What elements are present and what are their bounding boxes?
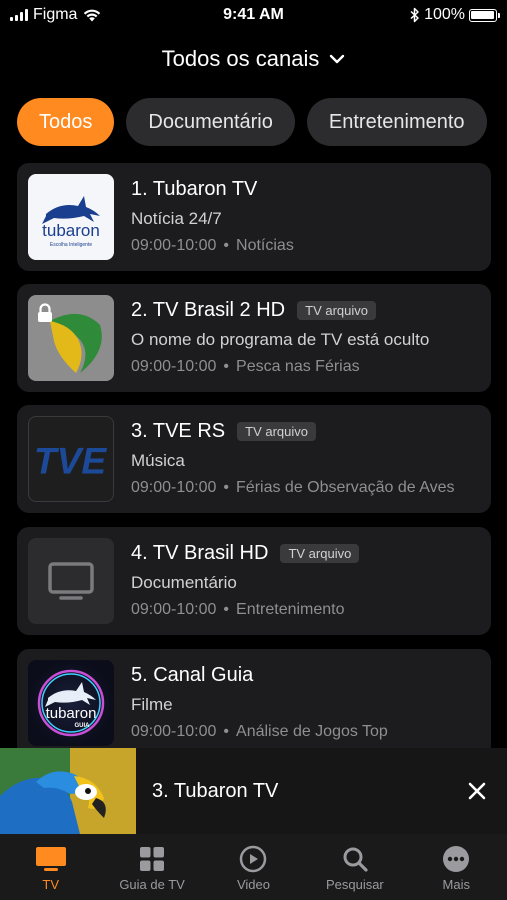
filter-chip-todos[interactable]: Todos xyxy=(17,98,115,146)
grid-icon xyxy=(140,847,165,871)
channel-card[interactable]: 2. TV Brasil 2 HD TV arquivo O nome do p… xyxy=(17,284,491,392)
channel-card[interactable]: 4. TV Brasil HD TV arquivo Documentário … xyxy=(17,527,491,635)
tab-bar: TV Guia de TV Video Pesquisar Mais xyxy=(0,834,507,900)
page-title: Todos os canais xyxy=(161,46,320,71)
wifi-icon xyxy=(84,9,101,22)
archive-badge: TV arquivo xyxy=(280,543,360,563)
program-title: Música xyxy=(131,451,185,470)
program-category: Notícias xyxy=(236,237,294,254)
bluetooth-icon xyxy=(410,7,419,23)
status-left: Figma xyxy=(10,6,170,24)
svg-text:TVE: TVE xyxy=(34,440,107,482)
program-meta: 09:00-10:00 • Pesca nas Férias xyxy=(131,358,360,375)
program-title: Documentário xyxy=(131,573,237,592)
program-title: O nome do programa de TV está oculto xyxy=(131,330,430,349)
program-title: Filme xyxy=(131,695,173,714)
channel-list: tubaron Escolha Inteligente 1. Tubaron T… xyxy=(17,163,491,748)
play-circle-icon xyxy=(240,845,267,873)
svg-text:Escolha Inteligente: Escolha Inteligente xyxy=(50,242,92,248)
mini-player-title: 3. Tubaron TV xyxy=(152,779,279,802)
program-time: 09:00-10:00 xyxy=(131,358,217,375)
lock-icon xyxy=(38,303,52,322)
tab-video[interactable]: Video xyxy=(203,844,303,892)
tab-label: TV xyxy=(42,877,59,892)
filter-chip-documentario[interactable]: Documentário xyxy=(126,98,295,146)
close-icon xyxy=(468,782,486,800)
carrier-name: Figma xyxy=(33,6,78,23)
svg-text:tubaron: tubaron xyxy=(42,221,100,240)
archive-badge: TV arquivo xyxy=(297,300,376,320)
canal-guia-logo: tubaron GUIA xyxy=(28,660,114,746)
program-time: 09:00-10:00 xyxy=(131,237,217,254)
tab-tv[interactable]: TV xyxy=(1,844,101,892)
tv-icon xyxy=(35,847,66,871)
program-time: 09:00-10:00 xyxy=(131,479,217,496)
channel-card[interactable]: tubaron GUIA 5. Canal Guia Filme 09:00-1… xyxy=(17,649,491,748)
tab-label: Video xyxy=(236,877,270,892)
filter-chips: Todos Documentário Entretenimento xyxy=(17,98,487,146)
tubaron-logo: tubaron Escolha Inteligente xyxy=(28,174,114,260)
channel-selector[interactable]: Todos os canais xyxy=(0,40,507,78)
tab-label: Guia de TV xyxy=(119,877,185,892)
status-right: 100% xyxy=(337,6,500,24)
tab-pesquisar[interactable]: Pesquisar xyxy=(305,844,405,892)
battery-percent: 100% xyxy=(424,6,465,23)
archive-badge: TV arquivo xyxy=(237,421,316,441)
more-icon xyxy=(443,846,470,872)
program-meta: 09:00-10:00 • Entretenimento xyxy=(131,601,345,618)
svg-text:GUIA: GUIA xyxy=(75,723,91,729)
battery-icon xyxy=(468,8,500,22)
channel-name: 3. TVE RS xyxy=(131,419,226,442)
channel-name: 4. TV Brasil HD xyxy=(131,541,269,564)
program-meta: 09:00-10:00 • Análise de Jogos Top xyxy=(131,723,388,740)
tab-label: Pesquisar xyxy=(325,877,384,892)
channel-card[interactable]: tubaron Escolha Inteligente 1. Tubaron T… xyxy=(17,163,491,271)
chevron-down-icon xyxy=(330,54,345,64)
mini-player-thumbnail xyxy=(0,748,136,834)
cellular-signal-icon xyxy=(10,9,28,21)
program-category: Férias de Observação de Aves xyxy=(236,479,455,496)
channel-name: 5. Canal Guia xyxy=(131,663,254,686)
tab-guia-de-tv[interactable]: Guia de TV xyxy=(102,844,202,892)
tv-brasil-logo xyxy=(28,295,114,381)
program-time: 09:00-10:00 xyxy=(131,601,217,618)
program-category: Análise de Jogos Top xyxy=(236,723,388,740)
tve-logo: TVE xyxy=(28,416,114,502)
channel-name: 2. TV Brasil 2 HD xyxy=(131,298,286,321)
tab-mais[interactable]: Mais xyxy=(406,844,506,892)
status-time: 9:41 AM xyxy=(223,6,284,23)
program-time: 09:00-10:00 xyxy=(131,723,217,740)
tab-label: Mais xyxy=(442,877,470,892)
mini-player[interactable]: 3. Tubaron TV xyxy=(0,748,507,834)
search-icon xyxy=(343,847,368,872)
channel-card[interactable]: TVE 3. TVE RS TV arquivo Música 09:00-10… xyxy=(17,405,491,513)
program-category: Entretenimento xyxy=(236,601,345,618)
program-category: Pesca nas Férias xyxy=(236,358,360,375)
program-meta: 09:00-10:00 • Férias de Observação de Aves xyxy=(131,479,455,496)
program-meta: 09:00-10:00 • Notícias xyxy=(131,237,294,254)
svg-text:tubaron: tubaron xyxy=(46,705,97,722)
channel-name: 1. Tubaron TV xyxy=(131,177,258,200)
status-bar: Figma 9:41 AM 100% xyxy=(0,0,507,30)
close-button[interactable] xyxy=(447,761,507,821)
program-title: Notícia 24/7 xyxy=(131,209,222,228)
tv-placeholder-icon xyxy=(28,538,114,624)
filter-chip-entretenimento[interactable]: Entretenimento xyxy=(306,98,487,146)
